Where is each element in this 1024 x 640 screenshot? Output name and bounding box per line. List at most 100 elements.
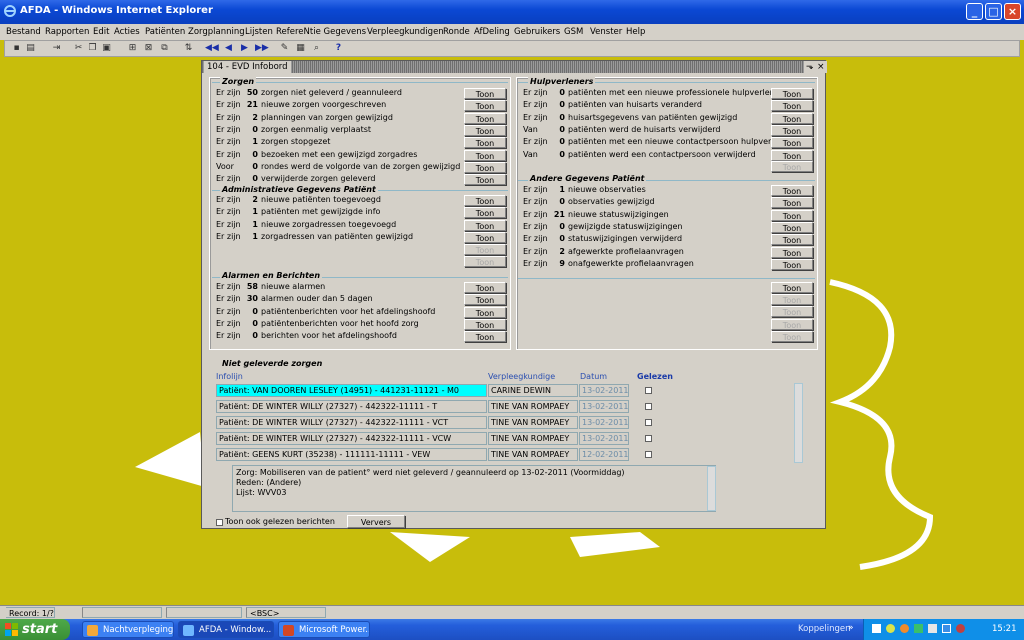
zorgen-toon-button[interactable]: Toon — [464, 113, 506, 124]
menu-gebruikers[interactable]: Gebruikers — [514, 27, 560, 37]
tray-update-icon[interactable] — [914, 624, 923, 633]
cut-icon[interactable]: ✂ — [73, 43, 84, 54]
datum-cell[interactable]: 13-02-2011 — [579, 416, 629, 429]
maximize-button[interactable]: □ — [985, 3, 1002, 20]
last-record-icon[interactable]: ▶▶ — [255, 43, 269, 54]
menu-zorgplanning[interactable]: Zorgplanning — [188, 27, 245, 37]
task-nachtverpleging[interactable]: Nachtverpleging.... — [82, 621, 174, 638]
verpleegkundige-cell[interactable]: TINE VAN ROMPAEY — [488, 432, 578, 445]
zorgen-toon-button[interactable]: Toon — [464, 137, 506, 148]
menu-help[interactable]: Help — [626, 27, 645, 37]
gelezen-checkbox[interactable] — [645, 403, 652, 410]
tray-display-icon[interactable] — [942, 624, 951, 633]
hulpverleners-toon-button[interactable]: Toon — [771, 150, 813, 161]
menu-gsm[interactable]: GSM — [564, 27, 583, 37]
insert-record-icon[interactable]: ⊞ — [127, 43, 138, 54]
infolijn-cell[interactable]: Patiënt: DE WINTER WILLY (27327) - 44232… — [216, 432, 487, 445]
infolijn-cell[interactable]: Patiënt: VAN DOOREN LESLEY (14951) - 441… — [216, 384, 487, 397]
next-record-icon[interactable]: ▶ — [239, 43, 250, 54]
start-button[interactable]: start — [0, 619, 70, 640]
zorgen-toon-button[interactable]: Toon — [464, 162, 506, 173]
alarmen-toon-button[interactable]: Toon — [464, 331, 506, 342]
close-button[interactable]: × — [1004, 3, 1021, 20]
menu-bestand[interactable]: Bestand — [6, 27, 41, 37]
help-icon[interactable]: ? — [333, 43, 344, 54]
print-icon[interactable]: ▤ — [25, 43, 36, 54]
andere-toon-button[interactable]: Toon — [771, 185, 813, 196]
andere-toon-button[interactable]: Toon — [771, 234, 813, 245]
hulpverleners-toon-button[interactable]: Toon — [771, 137, 813, 148]
exit-icon[interactable]: ⇥ — [51, 43, 62, 54]
menu-edit[interactable]: Edit — [93, 27, 109, 37]
verpleegkundige-cell[interactable]: TINE VAN ROMPAEY — [488, 448, 578, 461]
alarmen-toon-button[interactable]: Toon — [464, 307, 506, 318]
admin-toon-button[interactable]: Toon — [464, 220, 506, 231]
andere-toon-button[interactable]: Toon — [771, 222, 813, 233]
hulpverleners-toon-button[interactable]: Toon — [771, 100, 813, 111]
memo-scrollbar[interactable] — [707, 466, 716, 511]
hulpverleners-toon-button[interactable]: Toon — [771, 125, 813, 136]
hulpverleners-toon-button[interactable]: Toon — [771, 88, 813, 99]
edit-icon[interactable]: ✎ — [279, 43, 290, 54]
gelezen-checkbox[interactable] — [645, 419, 652, 426]
sort-icon[interactable]: ⇅ — [183, 43, 194, 54]
admin-toon-button[interactable]: Toon — [464, 232, 506, 243]
task-powerpoint[interactable]: Microsoft Power... — [278, 621, 370, 638]
dialog-minimize-icon[interactable]: ⬎ — [804, 61, 816, 73]
tray-antivirus-icon[interactable] — [956, 624, 965, 633]
zorgen-toon-button[interactable]: Toon — [464, 150, 506, 161]
menu-venster[interactable]: Venster — [590, 27, 622, 37]
first-record-icon[interactable]: ◀◀ — [205, 43, 219, 54]
zorgen-toon-button[interactable]: Toon — [464, 125, 506, 136]
infolijn-cell[interactable]: Patiënt: DE WINTER WILLY (27327) - 44232… — [216, 400, 487, 413]
verpleegkundige-cell[interactable]: TINE VAN ROMPAEY — [488, 400, 578, 413]
query-icon[interactable]: ⌕ — [311, 43, 322, 54]
zorgen-toon-button[interactable]: Toon — [464, 174, 506, 185]
tray-app-icon[interactable] — [872, 624, 881, 633]
task-afda[interactable]: AFDA - Window... — [178, 621, 274, 638]
links-toolbar[interactable]: Koppelingen — [798, 624, 851, 634]
alarmen-toon-button[interactable]: Toon — [464, 282, 506, 293]
menu-rapporten[interactable]: Rapporten — [45, 27, 89, 37]
alarmen-toon-button[interactable]: Toon — [464, 319, 506, 330]
datum-cell[interactable]: 13-02-2011 — [579, 432, 629, 445]
extra-toon-button[interactable]: Toon — [771, 282, 813, 293]
form-icon[interactable]: ▦ — [295, 43, 306, 54]
menu-afdeling[interactable]: AfDeling — [474, 27, 510, 37]
tray-network-icon[interactable] — [886, 624, 895, 633]
menu-ronde[interactable]: Ronde — [443, 27, 470, 37]
dialog-close-icon[interactable]: × — [815, 61, 827, 73]
menu-acties[interactable]: Acties — [114, 27, 140, 37]
show-read-checkbox[interactable] — [216, 519, 223, 526]
menu-referentie-gegevens[interactable]: RefereNtie Gegevens — [276, 27, 366, 37]
copy-icon[interactable]: ❐ — [87, 43, 98, 54]
menu-verpleegkundigen[interactable]: Verpleegkundigen — [367, 27, 444, 37]
duplicate-icon[interactable]: ⧉ — [159, 43, 170, 54]
admin-toon-button[interactable]: Toon — [464, 195, 506, 206]
delete-record-icon[interactable]: ⊠ — [143, 43, 154, 54]
datum-cell[interactable]: 13-02-2011 — [579, 384, 629, 397]
menu-lijsten[interactable]: Lijsten — [245, 27, 273, 37]
links-chevron-icon[interactable]: » — [848, 623, 854, 633]
infolijn-cell[interactable]: Patiënt: DE WINTER WILLY (27327) - 44232… — [216, 416, 487, 429]
tray-volume-icon[interactable] — [928, 624, 937, 633]
datum-cell[interactable]: 12-02-2011 — [579, 448, 629, 461]
paste-icon[interactable]: ▣ — [101, 43, 112, 54]
andere-toon-button[interactable]: Toon — [771, 210, 813, 221]
gelezen-checkbox[interactable] — [645, 435, 652, 442]
verpleegkundige-cell[interactable]: TINE VAN ROMPAEY — [488, 416, 578, 429]
zorgen-toon-button[interactable]: Toon — [464, 100, 506, 111]
datum-cell[interactable]: 13-02-2011 — [579, 400, 629, 413]
prev-record-icon[interactable]: ◀ — [223, 43, 234, 54]
alarmen-toon-button[interactable]: Toon — [464, 294, 506, 305]
menu-patienten[interactable]: Patiënten — [145, 27, 185, 37]
hulpverleners-toon-button[interactable]: Toon — [771, 113, 813, 124]
andere-toon-button[interactable]: Toon — [771, 247, 813, 258]
refresh-button[interactable]: Ververs — [347, 515, 405, 528]
andere-toon-button[interactable]: Toon — [771, 259, 813, 270]
verpleegkundige-cell[interactable]: CARINE DEWIN — [488, 384, 578, 397]
infolijn-cell[interactable]: Patiënt: GEENS KURT (35238) - 111111-111… — [216, 448, 487, 461]
save-icon[interactable]: ▪ — [11, 43, 22, 54]
tray-security-icon[interactable] — [900, 624, 909, 633]
zorgen-toon-button[interactable]: Toon — [464, 88, 506, 99]
